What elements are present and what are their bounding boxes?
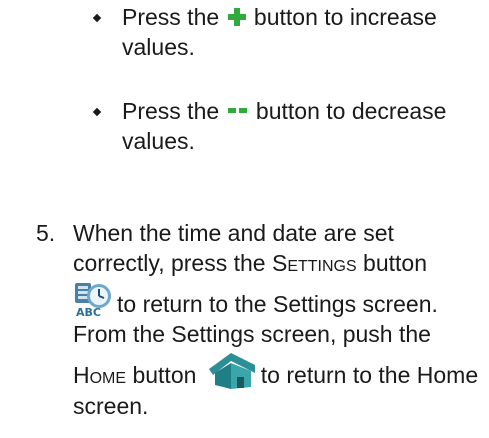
bullet-text-before: Press the <box>122 98 220 124</box>
bullet-text-before: Press the <box>122 4 220 30</box>
bullet-marker <box>92 13 102 23</box>
instruction-bullet-list: Press the button to increase values. Pre… <box>92 2 482 156</box>
home-label: Home <box>73 362 127 388</box>
bullet-increase: Press the button to increase values. <box>92 2 482 62</box>
step-5-body: When the time and date are set correctly… <box>73 218 486 421</box>
step-5-text-2: to return to the Settings screen. From t… <box>73 291 438 347</box>
plus-icon <box>227 8 246 26</box>
minus-icon <box>227 108 247 113</box>
step-5: 5. When the time and date are set correc… <box>36 218 486 421</box>
bullet-marker <box>92 107 102 117</box>
svg-text:ABC: ABC <box>76 306 101 318</box>
step-number: 5. <box>36 220 56 246</box>
settings-label: Settings <box>271 250 357 276</box>
home-button-word: button <box>126 362 197 388</box>
step-5-text-1-end: button <box>356 250 428 276</box>
bullet-decrease: Press the button to decrease values. <box>92 96 482 156</box>
settings-icon: ABC <box>75 283 111 318</box>
home-icon <box>208 353 255 389</box>
